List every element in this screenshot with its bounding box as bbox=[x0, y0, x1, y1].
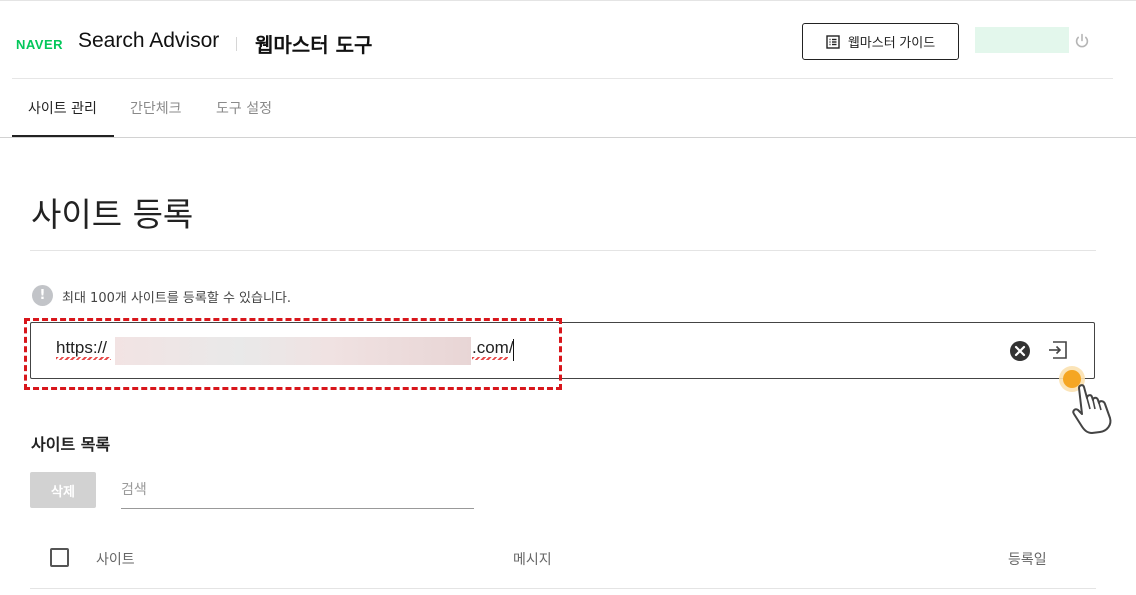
column-header-message: 메시지 bbox=[513, 552, 552, 568]
naver-logo[interactable]: NAVER bbox=[16, 37, 63, 52]
tab-quick-check[interactable]: 간단체크 bbox=[130, 98, 182, 118]
section-title: 웹마스터 도구 bbox=[255, 33, 373, 57]
select-all-checkbox[interactable] bbox=[50, 548, 69, 567]
page-title: 사이트 등록 bbox=[31, 195, 194, 234]
webmaster-guide-button[interactable]: 웹마스터 가이드 bbox=[802, 23, 959, 60]
list-document-icon bbox=[826, 34, 840, 49]
guide-button-label: 웹마스터 가이드 bbox=[847, 35, 936, 50]
annotation-highlight-box bbox=[24, 318, 562, 390]
notice-text: 최대 100개 사이트를 등록할 수 있습니다. bbox=[62, 291, 292, 306]
site-search-input[interactable] bbox=[121, 472, 474, 509]
submit-arrow-icon[interactable] bbox=[1047, 339, 1069, 361]
title-separator bbox=[236, 37, 237, 51]
user-account-box[interactable] bbox=[975, 27, 1069, 53]
delete-button[interactable]: 삭제 bbox=[30, 472, 96, 508]
title-divider bbox=[30, 250, 1096, 251]
main-tabs: 사이트 관리 간단체크 도구 설정 bbox=[0, 79, 1136, 138]
info-icon: ! bbox=[32, 285, 53, 306]
tab-tool-settings[interactable]: 도구 설정 bbox=[216, 98, 272, 118]
hand-pointer-icon bbox=[1059, 366, 1112, 434]
active-tab-indicator bbox=[12, 135, 114, 137]
power-icon[interactable] bbox=[1074, 33, 1090, 49]
app-title[interactable]: Search Advisor bbox=[78, 29, 219, 53]
table-divider bbox=[30, 588, 1096, 589]
clear-icon[interactable] bbox=[1009, 340, 1031, 362]
tab-site-management[interactable]: 사이트 관리 bbox=[28, 98, 97, 118]
site-list-title: 사이트 목록 bbox=[31, 435, 111, 454]
app-header: NAVER Search Advisor 웹마스터 도구 웹마스터 가이드 bbox=[12, 4, 1113, 79]
column-header-site[interactable]: 사이트 bbox=[96, 549, 135, 569]
column-header-date[interactable]: 등록일 bbox=[1008, 549, 1047, 569]
